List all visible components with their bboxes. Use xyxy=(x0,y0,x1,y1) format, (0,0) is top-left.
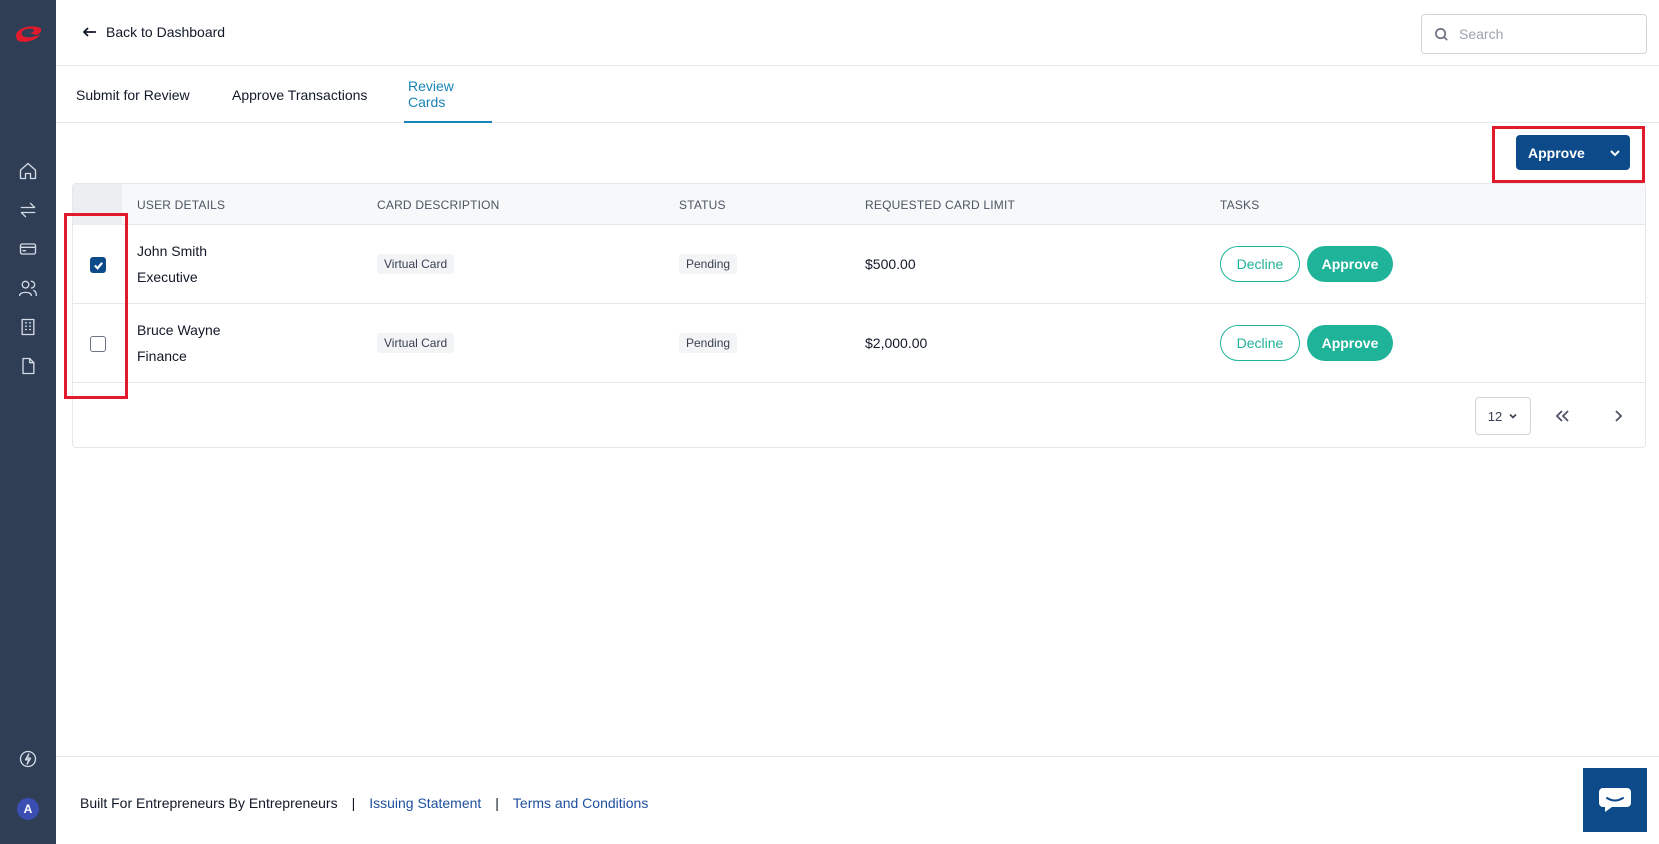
document-icon[interactable] xyxy=(17,355,39,377)
footer-tagline: Built For Entrepreneurs By Entrepreneurs xyxy=(80,795,338,811)
tab-bar: Submit for Review Approve Transactions R… xyxy=(56,66,1659,123)
chevron-down-icon[interactable] xyxy=(1600,146,1630,160)
approve-button[interactable]: Approve xyxy=(1307,325,1393,361)
cards-table: USER DETAILS CARD DESCRIPTION STATUS REQ… xyxy=(72,183,1646,448)
footer-separator: | xyxy=(495,795,499,811)
chat-widget-button[interactable] xyxy=(1583,768,1647,832)
status-badge: Pending xyxy=(679,333,738,353)
user-name: Bruce Wayne xyxy=(137,322,221,338)
chat-bubble-icon xyxy=(1599,788,1631,812)
search-icon xyxy=(1435,27,1448,41)
tab-review-cards[interactable]: Review Cards xyxy=(404,66,492,123)
page-size-value: 12 xyxy=(1487,408,1503,424)
arrow-left-icon xyxy=(82,27,96,37)
issuing-statement-link[interactable]: Issuing Statement xyxy=(369,795,481,811)
top-bar: Back to Dashboard xyxy=(56,0,1659,66)
column-header-user-details: USER DETAILS xyxy=(137,197,226,212)
requested-limit: $2,000.00 xyxy=(865,335,928,351)
card-description-chip: Virtual Card xyxy=(377,333,455,353)
sidebar: A xyxy=(0,0,56,844)
footer-separator: | xyxy=(351,795,356,811)
building-icon[interactable] xyxy=(17,316,39,338)
home-icon[interactable] xyxy=(17,160,39,182)
table-row: Bruce Wayne Finance Virtual Card Pending… xyxy=(73,304,1645,383)
back-to-dashboard-link[interactable]: Back to Dashboard xyxy=(82,24,225,40)
lightning-icon[interactable] xyxy=(17,748,39,770)
tab-approve-transactions[interactable]: Approve Transactions xyxy=(232,66,367,123)
users-icon[interactable] xyxy=(17,277,39,299)
highlight-box-row-checkboxes xyxy=(64,213,128,399)
decline-button[interactable]: Decline xyxy=(1220,246,1300,282)
table-row: John Smith Executive Virtual Card Pendin… xyxy=(73,225,1645,304)
requested-limit: $500.00 xyxy=(865,256,916,272)
next-page-button[interactable] xyxy=(1603,401,1633,431)
user-role: Executive xyxy=(137,269,198,285)
card-description-chip: Virtual Card xyxy=(377,254,455,274)
approve-button[interactable]: Approve xyxy=(1307,246,1393,282)
bulk-approve-button[interactable]: Approve xyxy=(1516,135,1630,170)
search-box[interactable] xyxy=(1421,14,1647,54)
card-icon[interactable] xyxy=(17,238,39,260)
first-page-button[interactable] xyxy=(1547,401,1577,431)
table-header: USER DETAILS CARD DESCRIPTION STATUS REQ… xyxy=(73,184,1645,225)
user-role: Finance xyxy=(137,348,187,364)
brand-logo[interactable] xyxy=(10,20,46,48)
status-badge: Pending xyxy=(679,254,738,274)
terms-and-conditions-link[interactable]: Terms and Conditions xyxy=(513,795,648,811)
tab-submit-for-review[interactable]: Submit for Review xyxy=(76,66,190,123)
chevron-down-icon xyxy=(1509,413,1517,419)
column-header-status: STATUS xyxy=(679,197,726,212)
footer: Built For Entrepreneurs By Entrepreneurs… xyxy=(56,756,1659,844)
bulk-approve-label: Approve xyxy=(1528,144,1585,161)
page-size-select[interactable]: 12 xyxy=(1475,397,1531,435)
back-link-label: Back to Dashboard xyxy=(106,24,226,40)
decline-button[interactable]: Decline xyxy=(1220,325,1300,361)
column-header-requested-card-limit: REQUESTED CARD LIMIT xyxy=(865,197,1016,212)
chevron-right-icon xyxy=(1615,410,1623,422)
user-name: John Smith xyxy=(137,243,208,259)
double-chevron-left-icon xyxy=(1555,410,1569,422)
search-input[interactable] xyxy=(1459,26,1629,42)
column-header-tasks: TASKS xyxy=(1220,197,1260,212)
column-header-card-description: CARD DESCRIPTION xyxy=(377,197,500,212)
footer-links: Built For Entrepreneurs By Entrepreneurs… xyxy=(80,795,648,811)
avatar[interactable]: A xyxy=(17,798,39,820)
transfer-icon[interactable] xyxy=(17,199,39,221)
